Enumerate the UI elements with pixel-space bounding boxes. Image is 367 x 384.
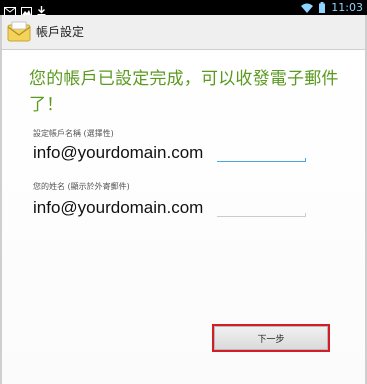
status-bar: 11:03 <box>0 0 367 16</box>
account-name-label: 設定帳戶名稱 (選擇性) <box>33 129 114 138</box>
account-setup-content: 您的帳戶已設定完成，可以收發電子郵件了！ 設定帳戶名稱 (選擇性) info@y… <box>0 50 367 384</box>
setup-complete-heading: 您的帳戶已設定完成，可以收發電子郵件了！ <box>29 69 339 115</box>
mail-envelope-icon[interactable] <box>7 21 31 43</box>
clock: 11:03 <box>331 1 363 14</box>
account-name-underline <box>217 158 306 162</box>
action-bar: 帳戶設定 <box>0 15 367 50</box>
system-icons: 11:03 <box>301 0 363 15</box>
left-edge-divider <box>0 15 2 384</box>
next-button[interactable]: 下一步 <box>212 324 330 352</box>
screen: 11:03 帳戶設定 您的帳戶已設定完成，可以收發電子郵件了！ 設定帳戶名稱 (… <box>0 0 367 384</box>
your-name-field[interactable]: info@yourdomain.com <box>33 198 203 218</box>
your-name-underline <box>217 213 306 217</box>
your-name-label: 您的姓名 (顯示於外寄郵件) <box>33 182 130 191</box>
account-name-field[interactable]: info@yourdomain.com <box>33 143 203 163</box>
page-title: 帳戶設定 <box>36 25 85 39</box>
